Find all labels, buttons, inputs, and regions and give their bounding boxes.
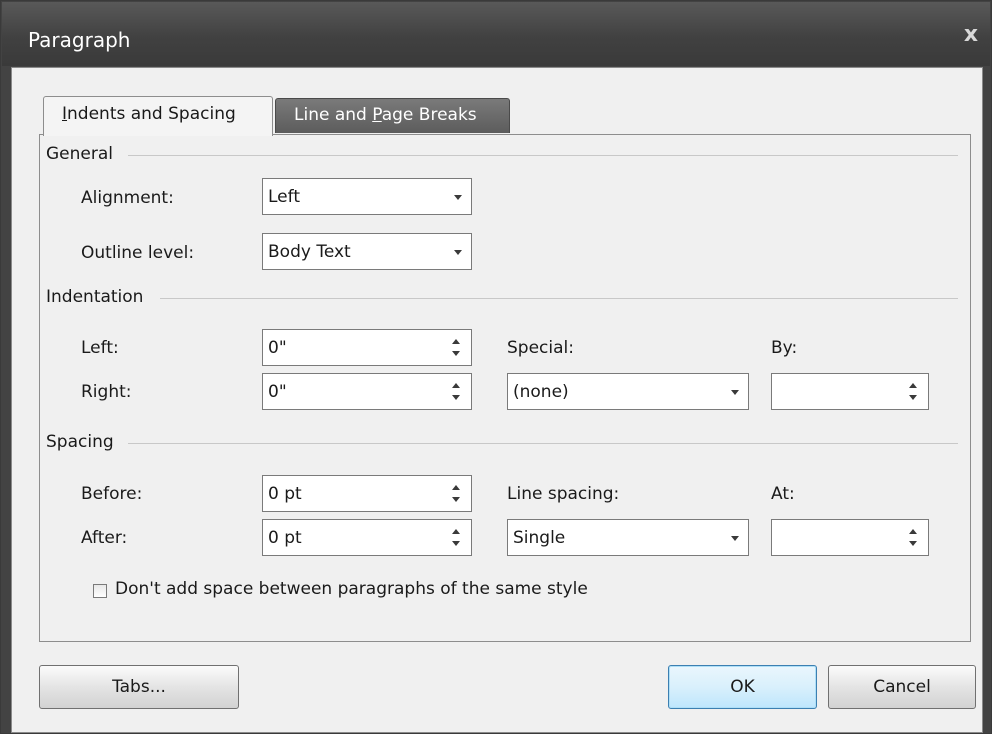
tab-panel: General Alignment: Left Outline level: B… <box>39 134 971 642</box>
line-spacing-select[interactable]: Single <box>507 519 749 556</box>
spacing-before-label: Before: <box>81 484 143 504</box>
indent-right-label: Right: <box>81 382 132 402</box>
spin-up-icon[interactable] <box>452 529 460 534</box>
spacing-before-value: 0 pt <box>268 484 302 504</box>
spin-up-icon[interactable] <box>452 485 460 490</box>
at-spinner[interactable] <box>771 519 929 556</box>
chevron-down-icon <box>731 390 739 395</box>
tab-label-prefix: Line and <box>294 105 373 125</box>
general-divider <box>128 155 958 156</box>
spin-up-icon[interactable] <box>452 339 460 344</box>
dialog-title: Paragraph <box>28 28 131 52</box>
spacing-before-spinner[interactable]: 0 pt <box>262 475 472 512</box>
cancel-button[interactable]: Cancel <box>828 665 976 709</box>
dont-add-space-checkbox[interactable] <box>93 584 107 598</box>
spin-down-icon[interactable] <box>452 497 460 502</box>
indentation-divider <box>160 298 958 299</box>
spin-up-icon[interactable] <box>909 529 917 534</box>
paragraph-dialog: Paragraph x Indents and Spacing Line and… <box>0 0 992 734</box>
chevron-down-icon <box>454 195 462 200</box>
special-value: (none) <box>513 382 569 402</box>
alignment-select[interactable]: Left <box>262 178 472 215</box>
tab-label-suffix: age Breaks <box>381 105 477 125</box>
by-spinner[interactable] <box>771 373 929 410</box>
spin-down-icon[interactable] <box>909 541 917 546</box>
indent-right-value: 0" <box>268 382 287 402</box>
ok-button[interactable]: OK <box>668 665 817 709</box>
spin-down-icon[interactable] <box>452 395 460 400</box>
tabs-button[interactable]: Tabs... <box>39 665 239 709</box>
title-bar[interactable]: Paragraph x <box>2 2 990 66</box>
spin-up-icon[interactable] <box>452 383 460 388</box>
indent-left-label: Left: <box>81 338 119 358</box>
general-heading: General <box>46 144 113 164</box>
indent-right-spinner[interactable]: 0" <box>262 373 472 410</box>
spacing-heading: Spacing <box>46 432 114 452</box>
spin-down-icon[interactable] <box>452 541 460 546</box>
outline-level-value: Body Text <box>268 242 351 262</box>
special-select[interactable]: (none) <box>507 373 749 410</box>
special-label: Special: <box>507 338 574 358</box>
chevron-down-icon <box>454 250 462 255</box>
indentation-heading: Indentation <box>46 287 144 307</box>
outline-level-label: Outline level: <box>81 243 195 263</box>
alignment-value: Left <box>268 187 300 207</box>
spacing-after-label: After: <box>81 528 128 548</box>
tab-indents-and-spacing[interactable]: Indents and Spacing <box>43 96 273 136</box>
spin-down-icon[interactable] <box>452 351 460 356</box>
spacing-after-value: 0 pt <box>268 528 302 548</box>
by-label: By: <box>771 338 798 358</box>
tab-label-suffix: ndents and Spacing <box>67 104 236 124</box>
spin-up-icon[interactable] <box>909 383 917 388</box>
spacing-divider <box>128 443 958 444</box>
spacing-after-spinner[interactable]: 0 pt <box>262 519 472 556</box>
dont-add-space-label[interactable]: Don't add space between paragraphs of th… <box>115 579 588 599</box>
tab-label-accesskey: P <box>372 105 382 125</box>
indent-left-value: 0" <box>268 338 287 358</box>
dialog-body: Indents and Spacing Line and Page Breaks… <box>11 67 983 733</box>
outline-level-select[interactable]: Body Text <box>262 233 472 270</box>
close-icon[interactable]: x <box>960 24 982 46</box>
chevron-down-icon <box>731 536 739 541</box>
tab-line-and-page-breaks[interactable]: Line and Page Breaks <box>275 98 510 133</box>
line-spacing-value: Single <box>513 528 566 548</box>
line-spacing-label: Line spacing: <box>507 484 620 504</box>
indent-left-spinner[interactable]: 0" <box>262 329 472 366</box>
spin-down-icon[interactable] <box>909 395 917 400</box>
at-label: At: <box>771 484 795 504</box>
alignment-label: Alignment: <box>81 188 174 208</box>
